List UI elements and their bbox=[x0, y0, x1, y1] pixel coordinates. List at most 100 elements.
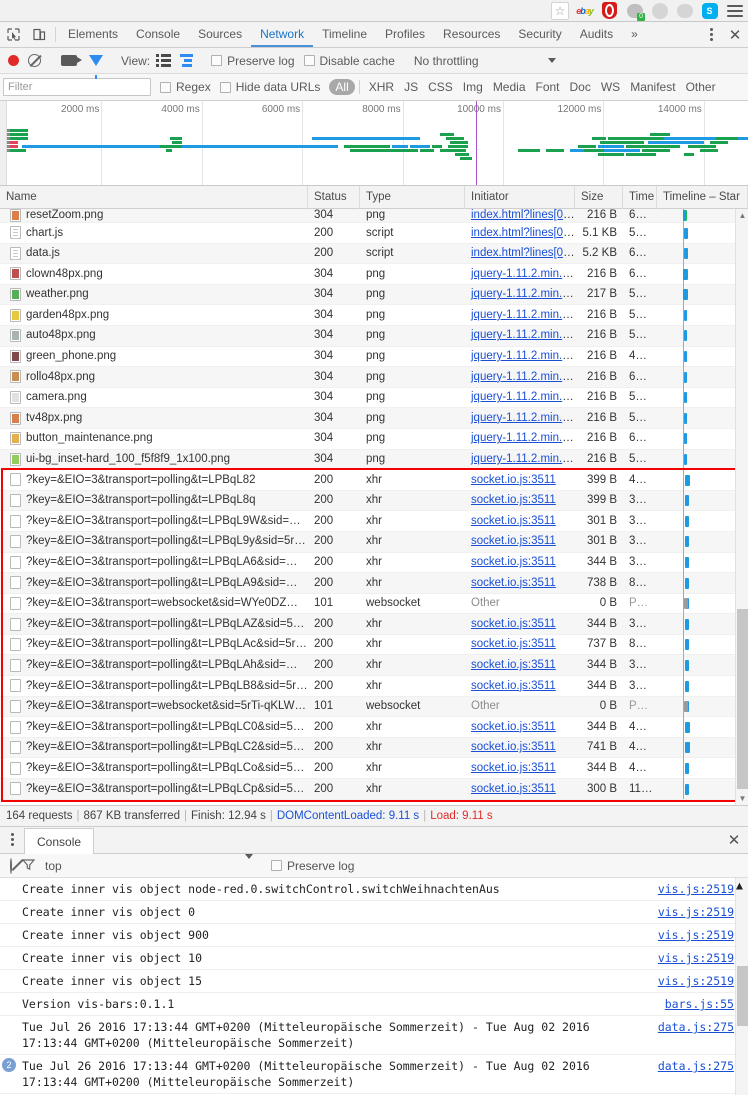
request-name-cell[interactable]: auto48px.png bbox=[0, 325, 308, 346]
request-initiator-cell[interactable]: jquery-1.11.2.min.js:3 bbox=[465, 408, 575, 429]
table-row[interactable]: ?key=&EIO=3&transport=polling&t=LPBqLCp&… bbox=[0, 779, 748, 800]
column-header-initiator[interactable]: Initiator bbox=[465, 186, 575, 209]
request-name-cell[interactable]: ?key=&EIO=3&transport=websocket&sid=5rTi… bbox=[0, 696, 308, 717]
request-initiator-cell[interactable]: socket.io.js:3511 bbox=[465, 779, 575, 800]
tab-elements[interactable]: Elements bbox=[59, 22, 127, 47]
table-row[interactable]: weather.png304pngjquery-1.11.2.min.js:32… bbox=[0, 285, 748, 306]
console-message-source[interactable]: data.js:275 bbox=[648, 1058, 734, 1074]
ghostery-icon[interactable] bbox=[650, 1, 669, 20]
table-row[interactable]: garden48px.png304pngjquery-1.11.2.min.js… bbox=[0, 305, 748, 326]
table-row[interactable]: ui-bg_inset-hard_100_f5f8f9_1x100.png304… bbox=[0, 450, 748, 471]
close-devtools-icon[interactable]: ✕ bbox=[722, 26, 748, 44]
request-name-cell[interactable]: ?key=&EIO=3&transport=websocket&sid=WYe0… bbox=[0, 593, 308, 614]
request-name-cell[interactable]: tv48px.png bbox=[0, 408, 308, 429]
kebab-menu-icon[interactable] bbox=[700, 28, 722, 41]
tab-profiles[interactable]: Profiles bbox=[376, 22, 434, 47]
tab-console[interactable]: Console bbox=[127, 22, 189, 47]
table-row[interactable]: camera.png304pngjquery-1.11.2.min.js:321… bbox=[0, 388, 748, 409]
waterfall-view-icon[interactable] bbox=[180, 54, 195, 67]
filter-type-all[interactable]: All bbox=[329, 79, 354, 95]
request-initiator-cell[interactable]: socket.io.js:3511 bbox=[465, 717, 575, 738]
console-message-source[interactable]: vis.js:2519 bbox=[648, 927, 734, 943]
table-row[interactable]: ?key=&EIO=3&transport=polling&t=LPBqLCo&… bbox=[0, 758, 748, 779]
request-initiator-cell-link[interactable]: socket.io.js:3511 bbox=[471, 474, 556, 486]
scroll-up-arrow[interactable]: ▲ bbox=[736, 878, 743, 892]
clear-console-icon[interactable] bbox=[10, 859, 12, 873]
table-row[interactable]: ?key=&EIO=3&transport=polling&t=LPBqL9y&… bbox=[0, 532, 748, 553]
filter-type-js[interactable]: JS bbox=[399, 80, 423, 94]
request-initiator-cell-link[interactable]: socket.io.js:3511 bbox=[471, 783, 556, 795]
request-name-cell[interactable]: ?key=&EIO=3&transport=polling&t=LPBqL9W&… bbox=[0, 511, 308, 532]
tab-network[interactable]: Network bbox=[251, 22, 313, 47]
request-initiator-cell[interactable]: socket.io.js:3511 bbox=[465, 676, 575, 697]
request-initiator-cell[interactable]: jquery-1.11.2.min.js:3 bbox=[465, 346, 575, 367]
request-initiator-cell[interactable]: socket.io.js:3511 bbox=[465, 634, 575, 655]
request-initiator-cell[interactable]: jquery-1.11.2.min.js:3 bbox=[465, 387, 575, 408]
request-initiator-cell-link[interactable]: socket.io.js:3511 bbox=[471, 535, 556, 547]
request-name-cell[interactable]: ?key=&EIO=3&transport=polling&t=LPBqLAh&… bbox=[0, 655, 308, 676]
request-initiator-cell-link[interactable]: index.html?lines[0][id]... bbox=[471, 209, 575, 221]
request-initiator-cell[interactable]: index.html?lines[0][id]... bbox=[465, 223, 575, 244]
column-header-name[interactable]: Name bbox=[0, 186, 308, 209]
request-initiator-cell-link[interactable]: jquery-1.11.2.min.js:3 bbox=[471, 350, 575, 362]
chevron-down-icon[interactable] bbox=[548, 58, 556, 63]
tampermonkey-icon[interactable]: 0 bbox=[625, 1, 644, 20]
adblock-shield-icon[interactable] bbox=[600, 1, 619, 20]
request-initiator-cell-link[interactable]: socket.io.js:3511 bbox=[471, 741, 556, 753]
close-drawer-icon[interactable]: ✕ bbox=[720, 826, 748, 853]
request-name-cell[interactable]: green_phone.png bbox=[0, 346, 308, 367]
console-message-source[interactable]: vis.js:2519 bbox=[648, 950, 734, 966]
request-name-cell[interactable]: weather.png bbox=[0, 284, 308, 305]
table-row[interactable]: data.js200scriptindex.html?lines[0][id].… bbox=[0, 244, 748, 265]
request-initiator-cell[interactable]: socket.io.js:3511 bbox=[465, 470, 575, 491]
filter-type-other[interactable]: Other bbox=[681, 80, 721, 94]
request-name-cell[interactable]: ?key=&EIO=3&transport=polling&t=LPBqLC2&… bbox=[0, 737, 308, 758]
table-row[interactable]: ?key=&EIO=3&transport=polling&t=LPBqL8q2… bbox=[0, 491, 748, 512]
filter-funnel-icon[interactable] bbox=[89, 55, 103, 66]
request-initiator-cell-link[interactable]: socket.io.js:3511 bbox=[471, 515, 556, 527]
request-initiator-cell[interactable]: socket.io.js:3511 bbox=[465, 758, 575, 779]
request-initiator-cell-link[interactable]: socket.io.js:3511 bbox=[471, 618, 556, 630]
scroll-up-arrow[interactable]: ▲ bbox=[736, 209, 748, 222]
request-name-cell[interactable]: data.js bbox=[0, 243, 308, 264]
request-initiator-cell-link[interactable]: socket.io.js:3511 bbox=[471, 577, 556, 589]
tab-timeline[interactable]: Timeline bbox=[313, 22, 376, 47]
request-initiator-cell-link[interactable]: jquery-1.11.2.min.js:3 bbox=[471, 268, 575, 280]
request-initiator-cell[interactable]: socket.io.js:3511 bbox=[465, 531, 575, 552]
column-header-status[interactable]: Status bbox=[308, 186, 360, 209]
request-name-cell[interactable]: ?key=&EIO=3&transport=polling&t=LPBqL9y&… bbox=[0, 531, 308, 552]
table-row[interactable]: auto48px.png304pngjquery-1.11.2.min.js:3… bbox=[0, 326, 748, 347]
column-header-size[interactable]: Size bbox=[575, 186, 623, 209]
table-row[interactable]: tv48px.png304pngjquery-1.11.2.min.js:321… bbox=[0, 408, 748, 429]
request-initiator-cell-link[interactable]: jquery-1.11.2.min.js:3 bbox=[471, 371, 575, 383]
request-initiator-cell-link[interactable]: socket.io.js:3511 bbox=[471, 556, 556, 568]
table-row[interactable]: ?key=&EIO=3&transport=polling&t=LPBqLAZ&… bbox=[0, 614, 748, 635]
request-name-cell[interactable]: chart.js bbox=[0, 223, 308, 244]
table-row[interactable]: resetZoom.png304pngindex.html?lines[0][i… bbox=[0, 209, 748, 223]
requests-table-body[interactable]: resetZoom.png304pngindex.html?lines[0][i… bbox=[0, 209, 748, 805]
filter-type-media[interactable]: Media bbox=[488, 80, 531, 94]
filter-type-ws[interactable]: WS bbox=[596, 80, 625, 94]
filter-type-img[interactable]: Img bbox=[458, 80, 488, 94]
request-name-cell[interactable]: ?key=&EIO=3&transport=polling&t=LPBqL82 bbox=[0, 470, 308, 491]
table-row[interactable]: clown48px.png304pngjquery-1.11.2.min.js:… bbox=[0, 264, 748, 285]
table-row[interactable]: green_phone.png304pngjquery-1.11.2.min.j… bbox=[0, 347, 748, 368]
table-row[interactable]: ?key=&EIO=3&transport=polling&t=LPBqL822… bbox=[0, 470, 748, 491]
request-initiator-cell[interactable]: jquery-1.11.2.min.js:3 bbox=[465, 325, 575, 346]
request-initiator-cell[interactable]: jquery-1.11.2.min.js:3 bbox=[465, 367, 575, 388]
filter-input[interactable]: Filter bbox=[3, 78, 151, 96]
table-row[interactable]: ?key=&EIO=3&transport=polling&t=LPBqLA6&… bbox=[0, 553, 748, 574]
column-header-timeline-star[interactable]: Timeline – Star bbox=[657, 186, 748, 209]
table-row[interactable]: chart.js200scriptindex.html?lines[0][id]… bbox=[0, 223, 748, 244]
table-scrollbar[interactable]: ▲ ▼ bbox=[735, 209, 748, 805]
network-overview-timeline[interactable]: 2000 ms4000 ms6000 ms8000 ms10000 ms1200… bbox=[0, 101, 748, 186]
filter-funnel-icon[interactable] bbox=[22, 858, 35, 874]
request-name-cell[interactable]: garden48px.png bbox=[0, 305, 308, 326]
request-initiator-cell[interactable]: jquery-1.11.2.min.js:3 bbox=[465, 264, 575, 285]
request-name-cell[interactable]: ?key=&EIO=3&transport=polling&t=LPBqLA6&… bbox=[0, 552, 308, 573]
inspect-element-icon[interactable] bbox=[0, 22, 26, 47]
request-initiator-cell-link[interactable]: index.html?lines[0][id]... bbox=[471, 247, 575, 259]
tab-resources[interactable]: Resources bbox=[434, 22, 509, 47]
console-message-source[interactable]: vis.js:2519 bbox=[648, 973, 734, 989]
filter-type-css[interactable]: CSS bbox=[423, 80, 458, 94]
